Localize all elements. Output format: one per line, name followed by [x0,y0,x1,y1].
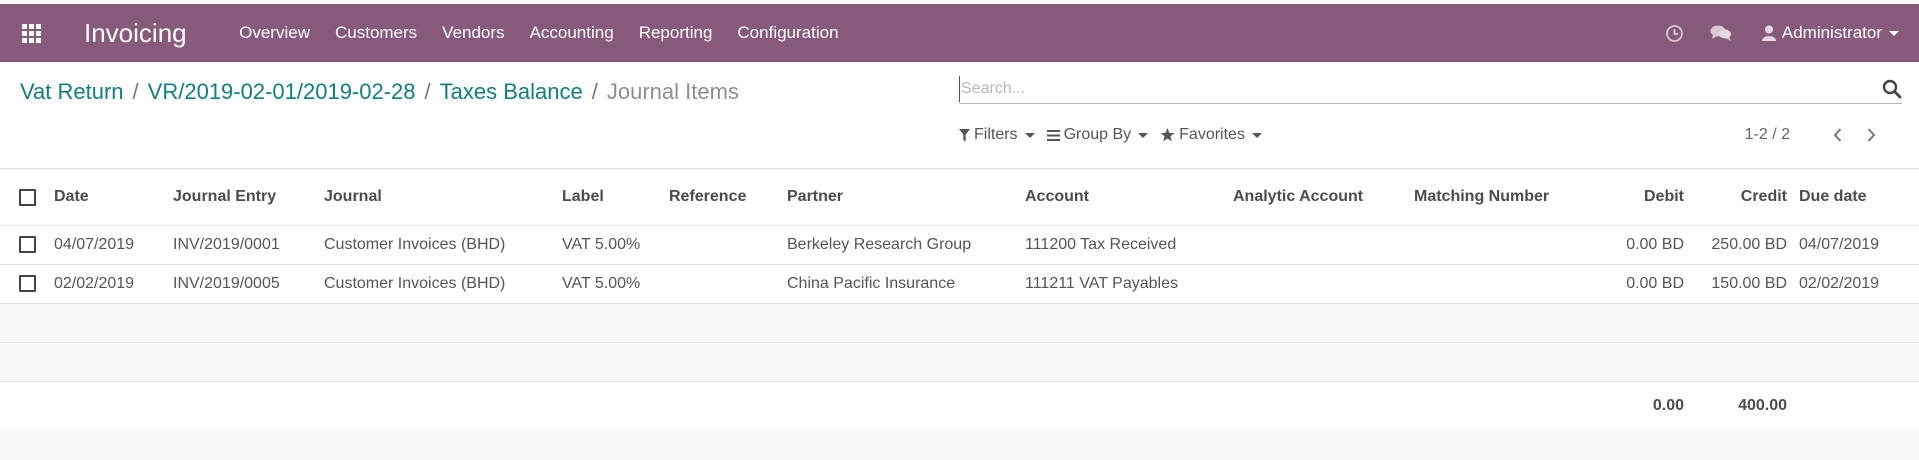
messaging-chat-icon[interactable] [1710,22,1732,44]
menu-configuration[interactable]: Configuration [725,23,851,43]
filters-label: Filters [974,126,1018,143]
list-bars-icon [1046,129,1060,141]
cell-debit: 0.00 BD [1626,274,1684,292]
cell-reference [663,225,781,264]
total-debit: 0.00 [1652,397,1684,415]
column-header-account[interactable]: Account [1019,170,1227,225]
top-navbar: Invoicing Overview Customers Vendors Acc… [0,4,1919,62]
column-header-reference[interactable]: Reference [663,170,781,225]
search-icon[interactable] [1882,79,1902,104]
app-title: Invoicing [84,17,187,48]
column-header-credit[interactable]: Credit [1690,170,1793,225]
cell-credit: 250.00 BD [1711,235,1787,253]
cell-partner: Berkeley Research Group [787,235,972,253]
row-select-cell [0,264,48,303]
empty-row [0,342,1919,381]
cell-date: 04/07/2019 [54,235,135,253]
groupby-label: Group By [1063,126,1132,143]
cell-label: VAT 5.00% [562,274,641,292]
chevron-down-icon [1138,132,1149,138]
journal-items-list: Date Journal Entry Journal Label Referen… [0,170,1919,431]
chevron-right-icon[interactable] [1864,128,1878,142]
search-input[interactable] [959,76,1859,102]
user-name: Administrator [1781,23,1882,42]
pager: 1-2 / 2 [1745,126,1878,144]
row-select-cell [0,225,48,264]
empty-row [0,303,1919,342]
user-avatar-icon [1761,25,1776,41]
table-header-row: Date Journal Entry Journal Label Referen… [0,170,1919,225]
favorites-dropdown[interactable]: Favorites [1160,126,1262,144]
row-checkbox[interactable] [19,274,36,292]
column-header-due-date[interactable]: Due date [1793,170,1919,225]
apps-grid-icon [21,23,41,43]
cell-date: 02/02/2019 [54,274,135,292]
search-bar [959,76,1902,104]
breadcrumb-vat-return[interactable]: Vat Return [20,79,124,105]
menu-vendors[interactable]: Vendors [430,23,517,43]
cell-credit: 150.00 BD [1711,274,1787,292]
cell-label: VAT 5.00% [562,235,641,253]
page-title: Journal Items [606,79,739,104]
chevron-left-icon[interactable] [1830,128,1844,142]
groupby-dropdown[interactable]: Group By [1046,126,1149,144]
chevron-down-icon [1251,132,1262,138]
column-header-label[interactable]: Label [556,170,663,225]
select-all-cell [0,170,48,225]
breadcrumb-separator: / [132,79,139,104]
chevron-down-icon [1024,132,1035,138]
favorites-label: Favorites [1179,126,1245,143]
row-checkbox[interactable] [19,235,36,253]
column-header-debit[interactable]: Debit [1609,170,1690,225]
menu-accounting[interactable]: Accounting [517,23,626,43]
menu-overview[interactable]: Overview [227,23,323,43]
column-header-partner[interactable]: Partner [781,170,1019,225]
menu-customers[interactable]: Customers [322,23,429,43]
cell-analytic-account [1227,264,1408,303]
column-header-matching-number[interactable]: Matching Number [1408,170,1609,225]
table-row[interactable]: 02/02/2019 INV/2019/0005 Customer Invoic… [0,264,1919,303]
journal-items-table: Date Journal Entry Journal Label Referen… [0,170,1919,431]
breadcrumb-separator: / [591,79,598,104]
breadcrumb-taxes-balance[interactable]: Taxes Balance [440,79,583,105]
menu-reporting[interactable]: Reporting [626,23,725,43]
cell-matching-number [1408,264,1609,303]
cell-debit: 0.00 BD [1626,235,1684,253]
column-header-analytic-account[interactable]: Analytic Account [1227,170,1408,225]
cell-journal-entry: INV/2019/0001 [173,235,280,253]
cell-journal: Customer Invoices (BHD) [324,274,506,292]
column-header-date[interactable]: Date [48,170,167,225]
cell-partner: China Pacific Insurance [787,274,956,292]
pager-value[interactable]: 1-2 / 2 [1745,126,1790,144]
breadcrumb: Vat Return / VR/2019-02-01/2019-02-28 / … [20,79,739,105]
filter-funnel-icon [959,128,970,142]
cell-analytic-account [1227,225,1408,264]
cell-journal-entry: INV/2019/0005 [173,274,280,292]
cell-account: 111200 Tax Received [1025,235,1177,253]
select-all-checkbox[interactable] [19,188,36,206]
column-header-journal-entry[interactable]: Journal Entry [167,170,318,225]
column-header-journal[interactable]: Journal [318,170,556,225]
activity-clock-icon[interactable] [1664,22,1686,44]
breadcrumb-separator: / [424,79,431,104]
search-options: Filters Group By Favorites [959,126,1274,144]
star-icon [1160,128,1175,142]
table-row[interactable]: 04/07/2019 INV/2019/0001 Customer Invoic… [0,225,1919,264]
cell-account: 111211 VAT Payables [1025,274,1178,292]
control-panel: Vat Return / VR/2019-02-01/2019-02-28 / … [0,62,1919,169]
total-credit: 400.00 [1738,397,1787,415]
cell-reference [663,264,781,303]
chevron-down-icon [1889,30,1899,36]
apps-menu-button[interactable] [0,4,62,62]
filters-dropdown[interactable]: Filters [959,126,1035,144]
cell-due-date: 02/02/2019 [1799,274,1880,292]
user-menu[interactable]: Administrator [1761,23,1899,43]
cell-journal: Customer Invoices (BHD) [324,235,506,253]
main-menu: Overview Customers Vendors Accounting Re… [227,23,851,43]
totals-row: 0.00 400.00 [0,381,1919,431]
cell-matching-number [1408,225,1609,264]
breadcrumb-vat-period[interactable]: VR/2019-02-01/2019-02-28 [148,79,416,105]
cell-due-date: 04/07/2019 [1799,235,1880,253]
systray: Administrator [1652,4,1919,62]
